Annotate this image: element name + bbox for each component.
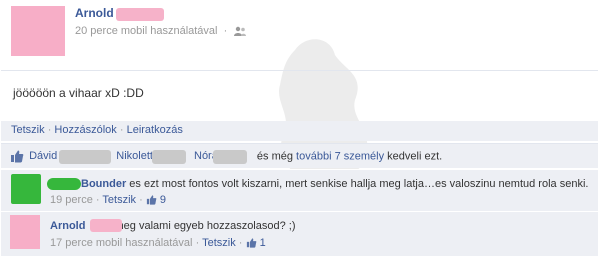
comment-text: meg valami egyeb hozzaszolasod? ;) [114,220,296,232]
commenter-avatar[interactable] [10,215,40,249]
post-time[interactable]: 20 perce [75,25,118,37]
separator: · [238,237,243,249]
like-post-link[interactable]: Tetszik [11,124,45,136]
comment-like-count[interactable]: 9 [160,194,166,206]
separator: · [139,194,143,206]
liker-surname-redaction [152,150,186,164]
separator: · [195,237,200,249]
liker-surname-redaction [59,150,111,164]
author-name[interactable]: Arnold [75,6,114,20]
post-source: mobil használatával [120,25,218,37]
commenter-name[interactable]: Arnold [50,220,85,232]
like-comment-link[interactable]: Tetszik [202,237,236,249]
comment-source: mobil használatával [95,237,193,249]
author-avatar[interactable] [11,6,65,56]
likes-suffix: kedveli ezt. [387,150,443,163]
likes-and-more: és még [256,150,293,163]
liker-surname-redaction [213,150,247,164]
like-comment-link[interactable]: Tetszik [102,194,136,206]
comment-link[interactable]: Hozzászólok [54,124,116,136]
post-text: jööööön a vihaar xD :DD [13,86,144,100]
commenter-avatar[interactable] [11,174,41,204]
liker-name[interactable]: Dávid [29,150,57,162]
thumbs-up-icon [11,150,24,163]
author-surname-redaction [116,8,164,21]
unsubscribe-link[interactable]: Leiratkozás [127,124,183,136]
more-likers-link[interactable]: további 7 személy [296,150,384,162]
privacy-separator: · [223,25,228,37]
separator: · [119,124,124,136]
friends-privacy-icon[interactable] [233,26,247,37]
comment-text: es ezt most fontos volt kiszarni, mert s… [129,178,589,190]
commenter-name-redaction [47,178,81,190]
comment-like-count[interactable]: 1 [260,237,266,249]
thumbs-up-icon [246,238,256,248]
separator: · [47,124,52,136]
thumbs-up-icon [146,195,157,205]
commenter-surname-redaction [90,219,122,232]
separator: · [95,194,100,206]
comment-time[interactable]: 17 perce [50,237,93,249]
comment-time[interactable]: 19 perce [50,194,93,206]
commenter-name[interactable]: Bounder [81,178,126,190]
liker-name[interactable]: Nikolett [116,150,153,162]
header-divider [1,70,598,71]
